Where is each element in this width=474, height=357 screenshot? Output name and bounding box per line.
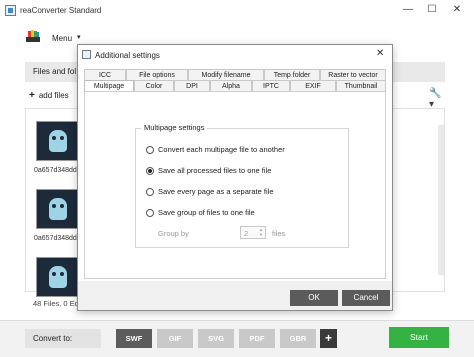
file-thumbnail[interactable] — [36, 257, 78, 297]
radio-button[interactable] — [146, 209, 154, 217]
maximize-button[interactable]: ☐ — [424, 3, 440, 17]
tab-raster-to-vector[interactable]: Raster to vector — [320, 69, 386, 80]
dialog-app-icon — [82, 50, 91, 59]
group-by-stepper[interactable]: 2 ▲ ▼ — [240, 226, 266, 239]
tab-modify-filename[interactable]: Modify filename — [188, 69, 264, 80]
format-swf-button[interactable]: SWF — [116, 329, 152, 348]
app-icon — [5, 5, 16, 16]
minimize-button[interactable]: — — [400, 3, 416, 17]
robot-icon — [49, 130, 67, 152]
format-gbr-button[interactable]: GBR — [280, 329, 316, 348]
bottom-bar: Convert to: SWF GIF SVG PDF GBR + Start — [0, 320, 474, 357]
stepper-arrows-icon[interactable]: ▲ ▼ — [258, 227, 264, 237]
ok-button[interactable]: OK — [290, 290, 338, 306]
tab-icc[interactable]: ICC — [84, 69, 126, 80]
additional-settings-dialog: Additional settings ✕ ICC File options M… — [77, 44, 393, 311]
tab-temp-folder[interactable]: Temp folder — [264, 69, 320, 80]
chevron-down-icon[interactable]: ▾ — [77, 33, 81, 41]
dialog-title: Additional settings — [95, 51, 160, 60]
robot-icon — [49, 198, 67, 220]
tab-files-and-folders[interactable]: Files and fol — [33, 67, 76, 76]
multipage-settings-group: Multipage settings Convert each multipag… — [135, 123, 349, 248]
files-unit-label: files — [272, 229, 286, 238]
tab-exif[interactable]: EXIF — [290, 80, 336, 91]
multipage-tab-panel: Multipage settings Convert each multipag… — [84, 91, 386, 279]
option-label: Save every page as a separate file — [158, 187, 274, 196]
format-gif-button[interactable]: GIF — [157, 329, 193, 348]
close-button[interactable]: ✕ — [449, 3, 465, 17]
dialog-close-icon[interactable]: ✕ — [376, 48, 384, 59]
tab-iptc[interactable]: IPTC — [252, 80, 290, 91]
add-files-button[interactable]: + add files — [29, 90, 69, 101]
file-list-scrollbar[interactable] — [438, 125, 444, 275]
tab-thumbnail[interactable]: Thumbnail — [336, 80, 386, 91]
format-svg-button[interactable]: SVG — [198, 329, 234, 348]
title-bar: reaConverter Standard — ☐ ✕ — [0, 0, 474, 22]
menu-button[interactable]: Menu — [52, 34, 72, 43]
option-label: Save all processed files to one file — [158, 166, 272, 175]
dialog-footer: OK Cancel — [78, 281, 392, 310]
plus-icon: + — [29, 90, 35, 101]
tab-color[interactable]: Color — [134, 80, 174, 91]
cancel-button[interactable]: Cancel — [342, 290, 390, 306]
tab-file-options[interactable]: File options — [126, 69, 188, 80]
add-files-label: add files — [38, 91, 69, 100]
file-name: 0a657d348dd7 — [34, 167, 81, 174]
app-title: reaConverter Standard — [20, 6, 102, 15]
radio-button[interactable] — [146, 188, 154, 196]
radio-button-checked[interactable] — [146, 167, 154, 175]
group-label: Multipage settings — [141, 123, 208, 132]
radio-button[interactable] — [146, 146, 154, 154]
group-by-value: 2 — [244, 229, 249, 238]
convert-to-label: Convert to: — [25, 329, 101, 348]
file-thumbnail[interactable] — [36, 189, 78, 229]
add-format-button[interactable]: + — [320, 329, 337, 348]
robot-icon — [49, 266, 67, 288]
tab-alpha[interactable]: Alpha — [210, 80, 252, 91]
option-label: Convert each multipage file to another — [158, 145, 285, 154]
dialog-title-bar: Additional settings ✕ — [78, 45, 392, 65]
status-text: 48 Files, 0 Ed — [33, 299, 79, 308]
option-label: Save group of files to one file — [158, 208, 255, 217]
tab-dpi[interactable]: DPI — [174, 80, 210, 91]
format-pdf-button[interactable]: PDF — [239, 329, 275, 348]
start-button[interactable]: Start — [389, 327, 449, 348]
wrench-icon[interactable]: 🔧▾ — [429, 88, 445, 110]
menu-logo-icon[interactable] — [25, 28, 41, 44]
file-name: 0a657d348dd7 — [34, 235, 81, 242]
file-thumbnail[interactable] — [36, 121, 78, 161]
group-by-label: Group by — [158, 229, 189, 238]
